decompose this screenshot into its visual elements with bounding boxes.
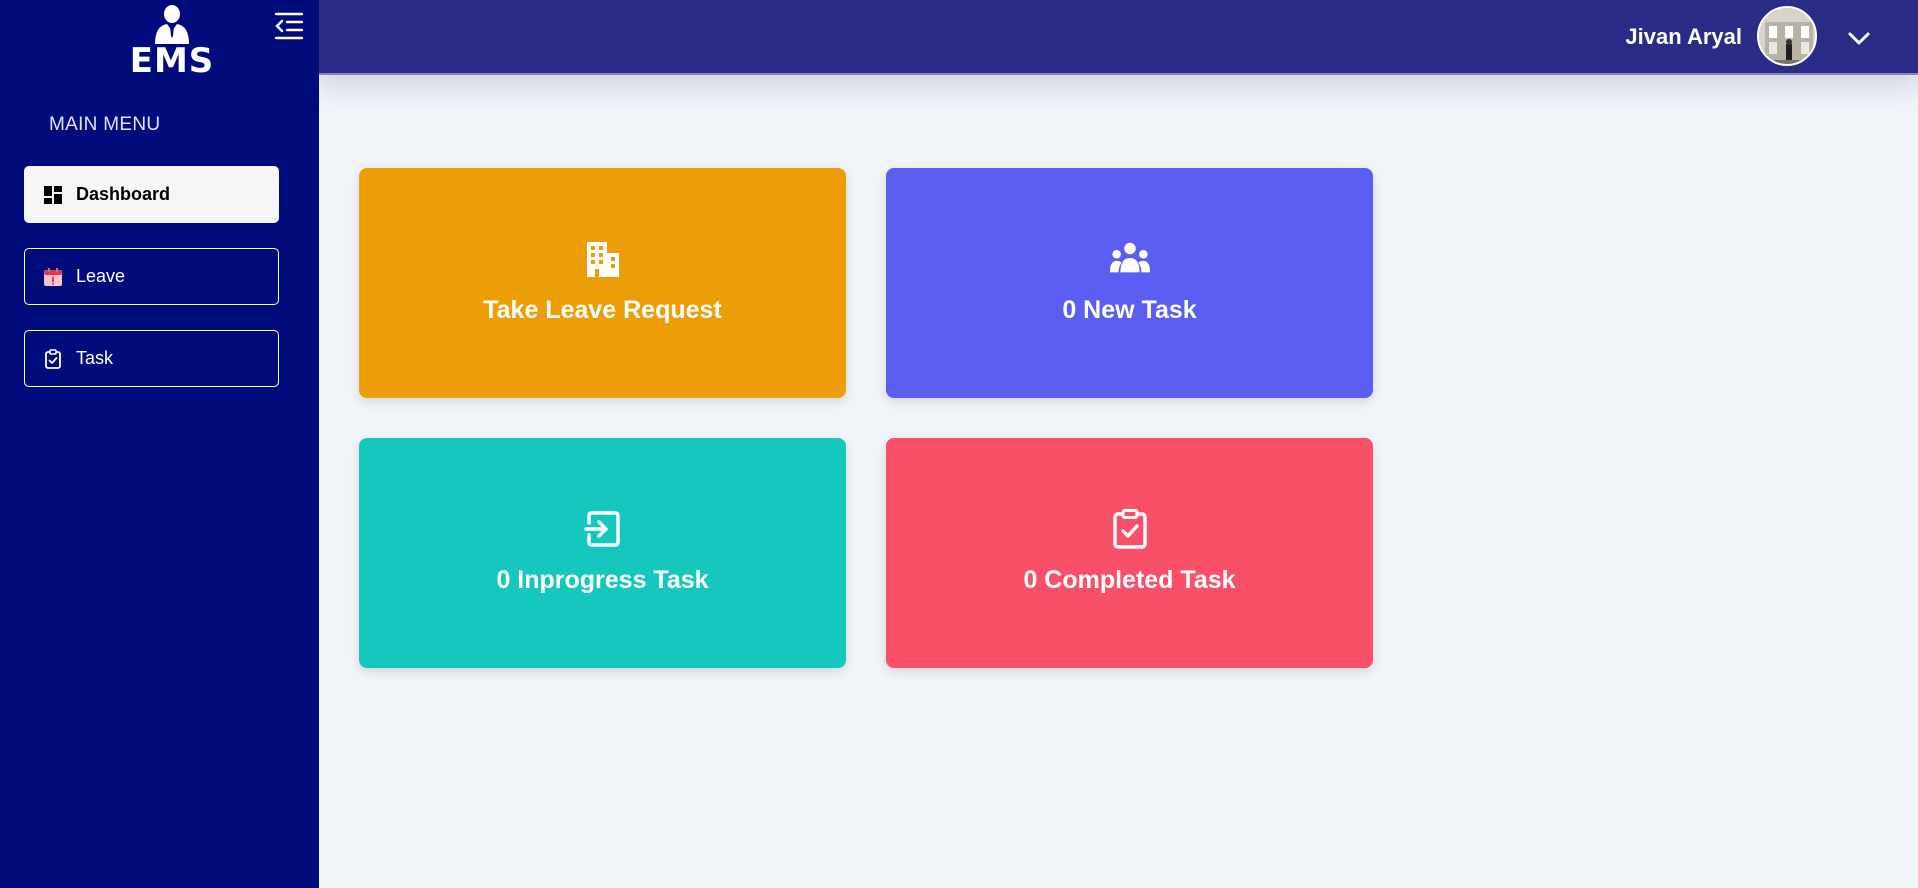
card-label: 0 New Task (1062, 296, 1197, 324)
sidebar: EMS MAIN MENU Dashboard Leave Task (0, 0, 319, 888)
calendar-icon (42, 266, 64, 288)
card-label: 0 Completed Task (1023, 566, 1236, 594)
take-leave-request-card[interactable]: Take Leave Request (359, 168, 846, 398)
sidebar-item-label: Task (76, 348, 114, 368)
users-icon (1109, 238, 1151, 280)
sidebar-item-label: Leave (76, 266, 126, 286)
user-name[interactable]: Jivan Aryal (1625, 24, 1742, 50)
building-icon (582, 238, 624, 280)
sidebar-item-label: Dashboard (76, 184, 171, 204)
app-root: EMS MAIN MENU Dashboard Leave Task Jivan… (0, 0, 1918, 888)
card-label: 0 Inprogress Task (496, 566, 709, 594)
ems-logo[interactable]: EMS (125, 4, 219, 81)
sidebar-item-task[interactable]: Task (24, 330, 279, 387)
sidebar-item-dashboard[interactable]: Dashboard (24, 166, 279, 223)
clipboard-check-icon (42, 348, 64, 370)
inprogress-task-card[interactable]: 0 Inprogress Task (359, 438, 846, 668)
person-logo-icon (155, 5, 189, 44)
clipboard-check-icon (1109, 508, 1151, 550)
new-task-card[interactable]: 0 New Task (886, 168, 1373, 398)
sidebar-item-leave[interactable]: Leave (24, 248, 279, 305)
avatar-photo-icon (1759, 8, 1815, 64)
top-header: Jivan Aryal (319, 0, 1918, 75)
completed-task-card[interactable]: 0 Completed Task (886, 438, 1373, 668)
avatar[interactable] (1757, 6, 1817, 66)
card-label: Take Leave Request (483, 296, 722, 324)
main-menu-heading: MAIN MENU (49, 114, 161, 135)
menu-collapse-icon[interactable] (273, 10, 305, 42)
logo-text: EMS (129, 41, 215, 81)
dashboard-icon (42, 184, 64, 206)
chevron-down-icon[interactable] (1845, 24, 1873, 52)
arrow-in-box-icon (582, 508, 624, 550)
